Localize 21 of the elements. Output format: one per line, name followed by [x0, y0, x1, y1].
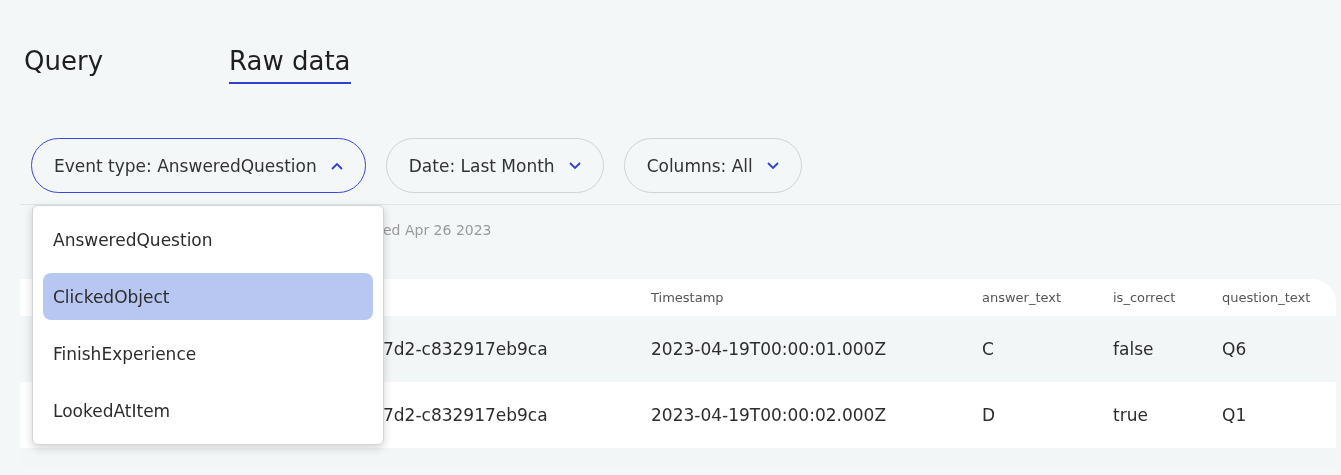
menu-option[interactable]: ClickedObject: [43, 273, 373, 320]
filter-dropdown[interactable]: Event type: AnsweredQuestion: [31, 138, 366, 193]
chevron-up-icon: [330, 161, 343, 170]
table-cell: C: [963, 316, 1094, 382]
tab[interactable]: Raw data: [229, 42, 351, 84]
summary-text: ed Apr 26 2023: [383, 222, 492, 238]
table-cell: Q6: [1203, 316, 1336, 382]
menu-option[interactable]: AnsweredQuestion: [43, 216, 373, 263]
tab[interactable]: Query: [24, 42, 103, 84]
chevron-down-icon: [568, 161, 581, 170]
menu-option[interactable]: FinishExperience: [43, 330, 373, 377]
column-header: is_correct: [1112, 289, 1177, 307]
column-header: answer_text: [981, 289, 1063, 307]
table-cell: 2023-04-19T00:00:01.000Z: [632, 316, 963, 382]
table-cell: false: [1094, 316, 1203, 382]
column-header: Timestamp: [650, 289, 725, 307]
chevron-down-icon: [766, 161, 779, 170]
filter-dropdown[interactable]: Columns: All: [623, 138, 802, 193]
column-header: question_text: [1221, 289, 1312, 307]
filter-dropdown[interactable]: Date: Last Month: [385, 138, 604, 193]
menu-option[interactable]: LookedAtItem: [43, 387, 373, 434]
